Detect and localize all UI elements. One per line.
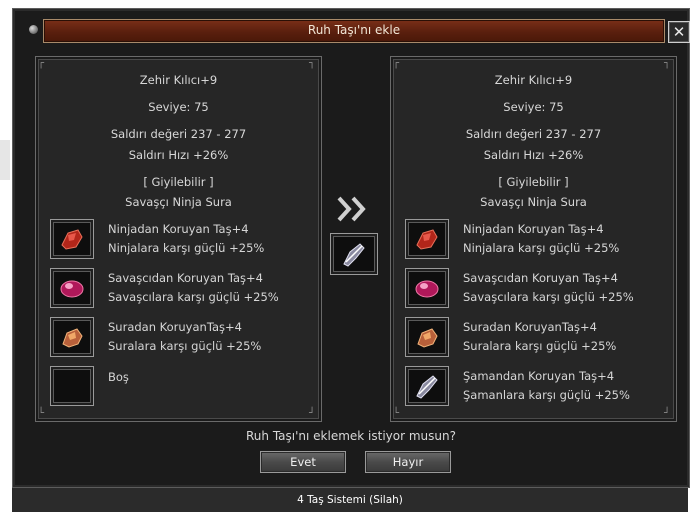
attack-speed: Saldırı Hızı +26% [483,148,584,162]
no-button[interactable]: Hayır [365,451,451,473]
orange-stone-icon [417,328,438,348]
shaman-stone-icon [416,375,438,399]
stone-2-effect: Savaşcılara karşı güçlü +25% [108,290,279,304]
pin-icon [29,25,38,34]
attack-speed: Saldırı Hızı +26% [128,148,229,162]
item-name: Zehir Kılıcı+9 [494,73,573,87]
stone-2-name: Savaşcıdan Koruyan Taş+4 [463,271,618,285]
pink-stone-icon [415,280,439,298]
orange-stone-icon [62,328,83,348]
stone-slot-4-empty[interactable] [50,366,94,406]
stone-2-effect: Savaşcılara karşı güçlü +25% [463,290,634,304]
stone-4-effect: Şamanlara karşı güçlü +25% [463,388,630,402]
close-button[interactable]: ✕ [668,21,690,43]
wearable-classes: Savaşçı Ninja Sura [480,195,587,209]
stone-1-effect: Ninjalara karşı güçlü +25% [108,241,265,255]
corner-ornament-icon: ┐ [309,58,316,69]
double-chevron-right-icon [335,194,371,224]
wearable-classes: Savaşçı Ninja Sura [125,195,232,209]
corner-ornament-icon: └ [393,408,400,419]
stone-2-name: Savaşcıdan Koruyan Taş+4 [108,271,263,285]
corner-ornament-icon: ┘ [309,408,316,419]
stone-3-effect: Suralara karşı güçlü +25% [108,339,262,353]
red-stone-icon [61,229,83,250]
stone-slot-4[interactable] [405,366,449,406]
corner-ornament-icon: ┐ [664,58,671,69]
item-name: Zehir Kılıcı+9 [139,73,218,87]
stone-slot-1[interactable] [50,219,94,259]
soul-stone-slot[interactable] [330,233,378,275]
red-stone-icon [416,229,438,250]
stone-4-name: Şamandan Koruyan Taş+4 [463,369,615,383]
add-soul-stone-dialog: Ruh Taşı'nı ekle ✕ ┌ ┐ └ ┘ Zehir Kılıcı+… [12,8,690,488]
stone-3-effect: Suralara karşı güçlü +25% [463,339,617,353]
close-icon: ✕ [672,23,686,41]
corner-ornament-icon: └ [38,408,45,419]
corner-ornament-icon: ┘ [664,408,671,419]
stone-3-name: Suradan KoruyanTaş+4 [463,320,597,334]
wearable-label: [ Giyilebilir ] [498,175,569,189]
attack-value: Saldırı değeri 237 - 277 [110,127,247,141]
stone-slot-2[interactable] [405,268,449,308]
dialog-title: Ruh Taşı'nı ekle [307,23,401,37]
corner-ornament-icon: ┌ [38,58,45,69]
yes-button[interactable]: Evet [260,451,346,473]
stone-slot-2[interactable] [50,268,94,308]
item-level: Seviye: 75 [148,100,209,114]
result-item-panel: ┌ ┐ └ ┘ Zehir Kılıcı+9 Seviye: 75 Saldır… [390,56,677,422]
item-level: Seviye: 75 [503,100,564,114]
corner-ornament-icon: ┌ [393,58,400,69]
image-caption: 4 Taş Sistemi (Silah) [12,488,688,512]
pink-stone-icon [60,280,84,298]
stone-4-name: Boş [108,370,129,384]
title-bar[interactable]: Ruh Taşı'nı ekle [43,19,665,43]
stone-3-name: Suradan KoruyanTaş+4 [108,320,242,334]
stone-1-effect: Ninjalara karşı güçlü +25% [463,241,620,255]
stone-slot-1[interactable] [405,219,449,259]
confirm-question: Ruh Taşı'nı eklemek istiyor musun? [246,429,456,443]
shaman-stone-icon [343,243,365,267]
stone-1-name: Ninjadan Koruyan Taş+4 [463,222,604,236]
wearable-label: [ Giyilebilir ] [143,175,214,189]
current-item-panel: ┌ ┐ └ ┘ Zehir Kılıcı+9 Seviye: 75 Saldır… [35,56,322,422]
stone-slot-3[interactable] [50,317,94,357]
stone-1-name: Ninjadan Koruyan Taş+4 [108,222,249,236]
stone-slot-3[interactable] [405,317,449,357]
background-edge [0,140,10,180]
attack-value: Saldırı değeri 237 - 277 [465,127,602,141]
